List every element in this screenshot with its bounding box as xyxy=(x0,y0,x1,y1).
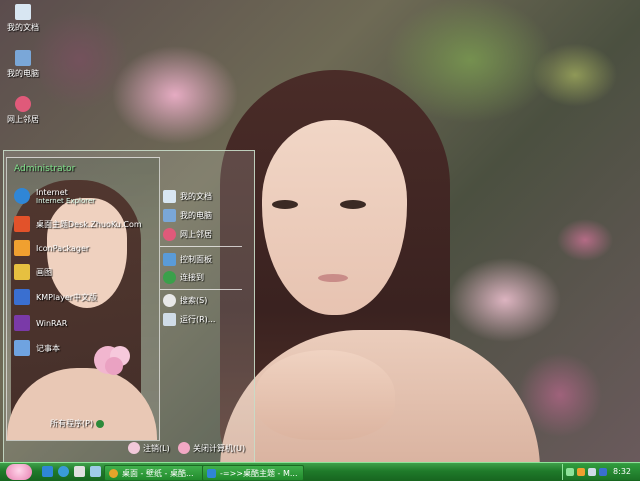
quicklaunch-ie-icon[interactable] xyxy=(58,466,69,477)
shutdown-button[interactable]: 关闭计算机(U) xyxy=(178,440,245,456)
start-menu-separator xyxy=(160,289,242,290)
browser-icon xyxy=(109,468,118,478)
quicklaunch-media-icon[interactable] xyxy=(74,466,85,477)
arrow-right-icon xyxy=(96,419,105,428)
iconpackager-icon xyxy=(14,240,30,256)
network-places-icon xyxy=(163,227,176,241)
start-menu-separator xyxy=(160,246,242,247)
desktop-icon-label: 网上邻居 xyxy=(7,115,39,124)
tray-arrow-icon[interactable] xyxy=(566,468,574,476)
winrar-icon xyxy=(14,315,30,331)
start-item-notepad[interactable]: 记事本 xyxy=(14,338,60,358)
start-place-network[interactable]: 网上邻居 xyxy=(163,225,212,243)
start-button[interactable] xyxy=(6,464,32,480)
start-item-subtitle: Internet Explorer xyxy=(36,196,96,205)
network-places-icon xyxy=(15,96,31,112)
theme-icon xyxy=(14,216,30,232)
start-item-winrar[interactable]: WinRAR xyxy=(14,313,67,333)
start-item-title: 画图 xyxy=(36,267,52,277)
start-item-internet[interactable]: Internet Internet Explorer xyxy=(14,186,95,206)
paint-icon xyxy=(14,264,30,280)
desktop-icon-my-computer[interactable]: 我的电脑 xyxy=(2,50,44,79)
control-panel-icon xyxy=(163,252,176,266)
start-place-search[interactable]: 搜索(S) xyxy=(163,291,207,309)
taskbar-button-label: 桌面 - 壁纸 - 桌酷... xyxy=(122,468,194,478)
taskbar-button-label: -=>>桌酷主题 - M... xyxy=(220,468,298,478)
start-item-kmplayer[interactable]: KMPlayer中文版 xyxy=(14,287,97,307)
notepad-icon xyxy=(14,340,30,356)
my-documents-icon xyxy=(163,189,176,203)
quicklaunch-show-desktop-icon[interactable] xyxy=(42,466,53,477)
start-place-label: 网上邻居 xyxy=(180,229,212,239)
start-item-title: IconPackager xyxy=(36,243,90,253)
wallpaper-eye xyxy=(340,200,366,209)
wallpaper-eye xyxy=(272,200,298,209)
logoff-icon xyxy=(128,442,140,454)
all-programs-label: 所有程序(P) xyxy=(50,419,94,428)
wallpaper-lips xyxy=(318,274,348,282)
desktop-icon-label: 我的电脑 xyxy=(7,69,39,78)
start-place-label: 我的文档 xyxy=(180,191,212,201)
start-item-paint[interactable]: 画图 xyxy=(14,262,52,282)
start-place-label: 搜索(S) xyxy=(180,295,208,305)
tray-app-icon[interactable] xyxy=(577,468,585,476)
kmplayer-icon xyxy=(14,289,30,305)
start-place-control-panel[interactable]: 控制面板 xyxy=(163,250,212,268)
my-documents-icon xyxy=(15,4,31,20)
start-item-iconpackager[interactable]: IconPackager xyxy=(14,238,89,258)
wallpaper-hands xyxy=(255,350,395,440)
start-menu-username: Administrator xyxy=(14,164,76,174)
tray-clock: 8:32 xyxy=(613,467,631,476)
start-place-label: 运行(R)... xyxy=(180,314,216,324)
shutdown-icon xyxy=(178,442,190,454)
connect-to-icon xyxy=(163,270,176,284)
logoff-button[interactable]: 注销(L) xyxy=(128,440,170,456)
start-item-title: 桌面主题Desk.ZhuoKu.Com xyxy=(36,219,142,229)
all-programs-button[interactable]: 所有程序(P) xyxy=(50,418,105,429)
logoff-label: 注销(L) xyxy=(143,443,170,453)
tray-network-icon[interactable] xyxy=(599,468,607,476)
taskbar-button-browser[interactable]: 桌面 - 壁纸 - 桌酷... xyxy=(104,465,204,481)
system-tray: 8:32 xyxy=(562,464,640,480)
start-place-connect-to[interactable]: 连接到 xyxy=(163,268,204,286)
start-place-label: 我的电脑 xyxy=(180,210,212,220)
desktop-icon-network-places[interactable]: 网上邻居 xyxy=(2,96,44,125)
quicklaunch-arrow-icon[interactable] xyxy=(90,466,101,477)
start-item-theme[interactable]: 桌面主题Desk.ZhuoKu.Com xyxy=(14,214,142,234)
menu-flower-decoration xyxy=(88,340,138,382)
flower-icon xyxy=(94,346,130,375)
internet-explorer-icon xyxy=(14,188,30,204)
start-item-title: WinRAR xyxy=(36,318,68,328)
search-icon xyxy=(163,293,176,307)
tray-volume-icon[interactable] xyxy=(588,468,596,476)
window-icon xyxy=(207,468,216,478)
shutdown-label: 关闭计算机(U) xyxy=(193,443,246,453)
desktop-icon-label: 我的文档 xyxy=(7,23,39,32)
run-icon xyxy=(163,312,176,326)
start-item-title: Internet xyxy=(36,187,68,197)
taskbar-button-window[interactable]: -=>>桌酷主题 - M... xyxy=(202,465,304,481)
start-item-title: 记事本 xyxy=(36,343,60,353)
my-computer-icon xyxy=(15,50,31,66)
start-place-my-documents[interactable]: 我的文档 xyxy=(163,187,212,205)
start-place-run[interactable]: 运行(R)... xyxy=(163,310,215,328)
my-computer-icon xyxy=(163,208,176,222)
start-place-label: 控制面板 xyxy=(180,254,212,264)
start-place-my-computer[interactable]: 我的电脑 xyxy=(163,206,212,224)
taskbar: 桌面 - 壁纸 - 桌酷... -=>>桌酷主题 - M... 8:32 xyxy=(0,462,640,481)
start-item-title: KMPlayer中文版 xyxy=(36,292,98,302)
desktop-icon-my-documents[interactable]: 我的文档 xyxy=(2,4,44,33)
start-place-label: 连接到 xyxy=(180,272,204,282)
